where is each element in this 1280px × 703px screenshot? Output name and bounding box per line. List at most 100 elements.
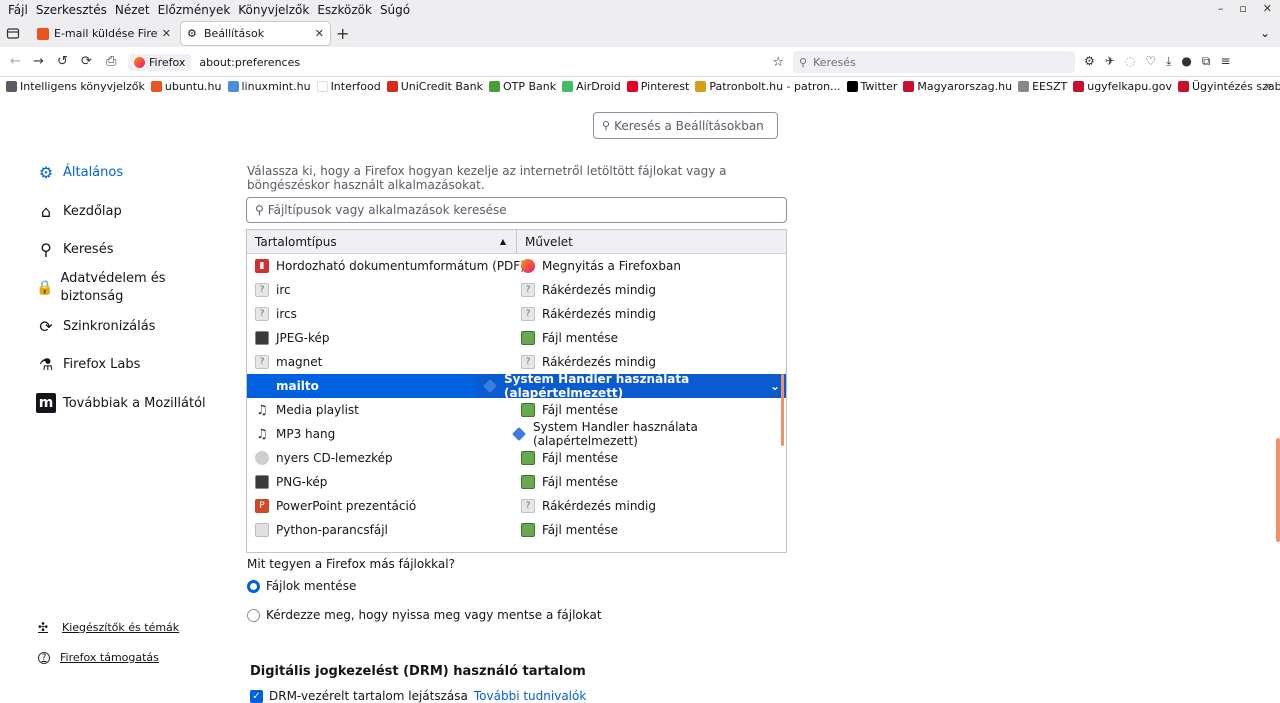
tab-email[interactable]: E-mail küldése Firefoxb ✕ (31, 22, 177, 45)
bookmark-item[interactable]: Patronbolt.hu - patron... (695, 80, 841, 93)
bookmark-item[interactable]: Magyarorszag.hu (903, 80, 1012, 93)
chevron-down-icon[interactable]: ⌄ (770, 379, 780, 393)
sidebar-item-mozilla[interactable]: m Továbbiak a Mozillától (36, 393, 206, 413)
table-row[interactable]: P PowerPoint prezentáció? Rákérdezés mindi… (247, 494, 786, 518)
bookmark-item[interactable]: OTP Bank (489, 80, 556, 93)
tab-settings[interactable]: ⚙ Beállítások ✕ (181, 22, 330, 45)
bookmark-item[interactable]: EESZT (1018, 80, 1067, 93)
tab-list-icon[interactable] (6, 26, 20, 40)
star-icon[interactable]: ☆ (772, 55, 784, 70)
bookmark-item[interactable]: linuxmint.hu (227, 80, 311, 93)
addon-icon[interactable]: ◌ (1125, 54, 1135, 69)
url-bar[interactable]: Firefox about:preferences ☆ (128, 50, 788, 74)
addons-link[interactable]: ✣ Kiegészítők és témák (38, 620, 179, 634)
table-row[interactable]: ▮ Hordozható dokumentumformátum (PDF) Megn… (247, 254, 786, 278)
column-header-action[interactable]: Művelet (517, 230, 573, 253)
bookmark-favicon-icon (1073, 81, 1085, 92)
bookmark-item[interactable]: UniCredit Bank (386, 80, 483, 93)
bookmark-label: Patronbolt.hu - patron... (709, 80, 841, 93)
action-label: Rákérdezés mindig (542, 355, 656, 369)
bookmark-item[interactable]: ubuntu.hu (150, 80, 222, 93)
menu-item[interactable]: Súgó (376, 3, 414, 17)
page-scrollbar[interactable] (1276, 438, 1280, 542)
account-icon[interactable]: ● (1181, 54, 1191, 69)
search-input[interactable]: ⚲ Keresés (793, 51, 1075, 73)
bookmark-item[interactable]: ugyfelkapu.gov (1073, 80, 1172, 93)
bookmark-item[interactable]: AirDroid (562, 80, 621, 93)
sidebar-item-labs[interactable]: ⚗ Firefox Labs (36, 354, 141, 374)
menu-item[interactable]: Nézet (111, 3, 154, 17)
pocket-icon[interactable]: ♡ (1145, 54, 1156, 69)
bookmark-item[interactable]: Twitter (846, 80, 897, 93)
preferences-search-input[interactable]: ⚲ Keresés a Beállításokban (593, 112, 778, 139)
download-icon[interactable]: ⤓ (1166, 54, 1171, 69)
bookmark-label: linuxmint.hu (241, 80, 311, 93)
forward-icon[interactable]: → (33, 54, 44, 69)
identity-box[interactable]: Firefox (128, 53, 192, 71)
table-row[interactable]: PNG-kép Fájl mentése (247, 470, 786, 494)
extensions-icon[interactable]: ⧉ (1202, 54, 1211, 69)
table-row[interactable]: JPEG-kép Fájl mentése (247, 326, 786, 350)
table-row[interactable]: mailto System Handler használata (alapért… (247, 372, 786, 400)
table-scrollbar[interactable] (781, 374, 784, 446)
close-window-icon[interactable]: ✕ (1263, 2, 1272, 15)
tab-close-icon[interactable]: ✕ (162, 27, 171, 40)
table-row[interactable]: ? magnet? Rákérdezés mindig (247, 350, 786, 374)
table-row[interactable]: Python-parancsfájl Fájl mentése (247, 518, 786, 542)
sidebar-item-search[interactable]: ⚲ Keresés (36, 239, 113, 259)
chevron-down-icon[interactable]: ⌄ (1260, 26, 1270, 40)
url-text[interactable]: about:preferences (199, 56, 772, 69)
menu-icon[interactable]: ≡ (1220, 54, 1230, 69)
maximize-icon[interactable]: ▫ (1239, 2, 1246, 15)
sidebar-item-privacy[interactable]: 🔒 Adatvédelem és biztonság (36, 270, 186, 306)
radio-ask-files[interactable]: Kérdezze meg, hogy nyissa meg vagy ments… (247, 608, 602, 622)
filetype-search-input[interactable]: ⚲ Fájltípusok vagy alkalmazások keresése (246, 197, 787, 223)
support-link[interactable]: ? Firefox támogatás (38, 651, 159, 664)
sidebar-item-home[interactable]: ⌂ Kezdőlap (36, 201, 122, 221)
bookmark-label: Pinterest (640, 80, 690, 93)
sidebar-item-general[interactable]: ⚙ Általános (36, 162, 123, 182)
menu-item[interactable]: Fájl (4, 3, 32, 17)
gear-icon: ⚙ (187, 26, 197, 40)
search-icon: ⚲ (255, 203, 264, 217)
table-row[interactable]: nyers CD-lemezkép Fájl mentése (247, 446, 786, 470)
new-tab-button[interactable]: + (336, 24, 349, 43)
menu-item[interactable]: Eszközök (313, 3, 376, 17)
action-cell[interactable]: System Handler használata (alapértelmeze… (477, 372, 786, 400)
action-cell: Fájl mentése (521, 451, 618, 465)
history-icon[interactable]: ↺ (57, 54, 68, 69)
back-icon[interactable]: ← (10, 54, 21, 69)
drm-checkbox-label: DRM-vezérelt tartalom lejátszása (269, 689, 468, 703)
action-cell: ? Rákérdezés mindig (521, 355, 656, 369)
table-row[interactable]: ? irc? Rákérdezés mindig (247, 278, 786, 302)
column-header-type[interactable]: Tartalomtípus ▲ (247, 230, 517, 253)
table-header: Tartalomtípus ▲ Művelet (247, 230, 786, 254)
bookmark-item[interactable]: Intelligens könyvjelzők (6, 80, 145, 93)
print-icon[interactable]: ⎙ (106, 54, 116, 69)
content-type-cell: ▮ Hordozható dokumentumformátum (PDF) (255, 259, 525, 273)
radio-save-files[interactable]: Fájlok mentése (247, 579, 356, 593)
reload-icon[interactable]: ⟳ (81, 54, 92, 69)
extension-icon[interactable]: ⚙ (1084, 54, 1095, 69)
minimize-icon[interactable]: – (1218, 2, 1224, 15)
sidebar-item-sync[interactable]: ⟳ Szinkronizálás (36, 316, 155, 336)
table-row[interactable]: ♫ MP3 hang System Handler használata (alap… (247, 420, 786, 448)
menu-item[interactable]: Előzmények (154, 3, 235, 17)
content-type-cell: nyers CD-lemezkép (255, 451, 393, 465)
menu-bar: Fájl Szerkesztés Nézet Előzmények Könyvjelző… (0, 0, 1280, 20)
table-row[interactable]: ? ircs? Rákérdezés mindig (247, 302, 786, 326)
powerpoint-icon: P (255, 499, 269, 513)
learn-more-link[interactable]: További tudnivalók (474, 689, 586, 703)
bookmark-item[interactable]: Pinterest (626, 80, 690, 93)
toolbar-icons: ⚙ ✈ ◌ ♡ ⤓ ● ⧉ ≡ (1084, 54, 1231, 69)
bookmark-label: ugyfelkapu.gov (1087, 80, 1172, 93)
menu-item[interactable]: Könyvjelzők (234, 3, 313, 17)
table-row[interactable]: ♫ Media playlist Fájl mentése (247, 398, 786, 422)
bird-icon[interactable]: ✈ (1105, 54, 1115, 69)
drm-checkbox[interactable]: ✓ (250, 689, 263, 703)
chevron-right-icon[interactable]: » (1265, 79, 1272, 93)
applications-table[interactable]: Tartalomtípus ▲ Művelet ▮ Hordozható doku… (246, 229, 787, 553)
bookmark-item[interactable]: Interfood (316, 80, 381, 93)
menu-item[interactable]: Szerkesztés (32, 3, 111, 17)
tab-close-icon[interactable]: ✕ (315, 27, 324, 40)
